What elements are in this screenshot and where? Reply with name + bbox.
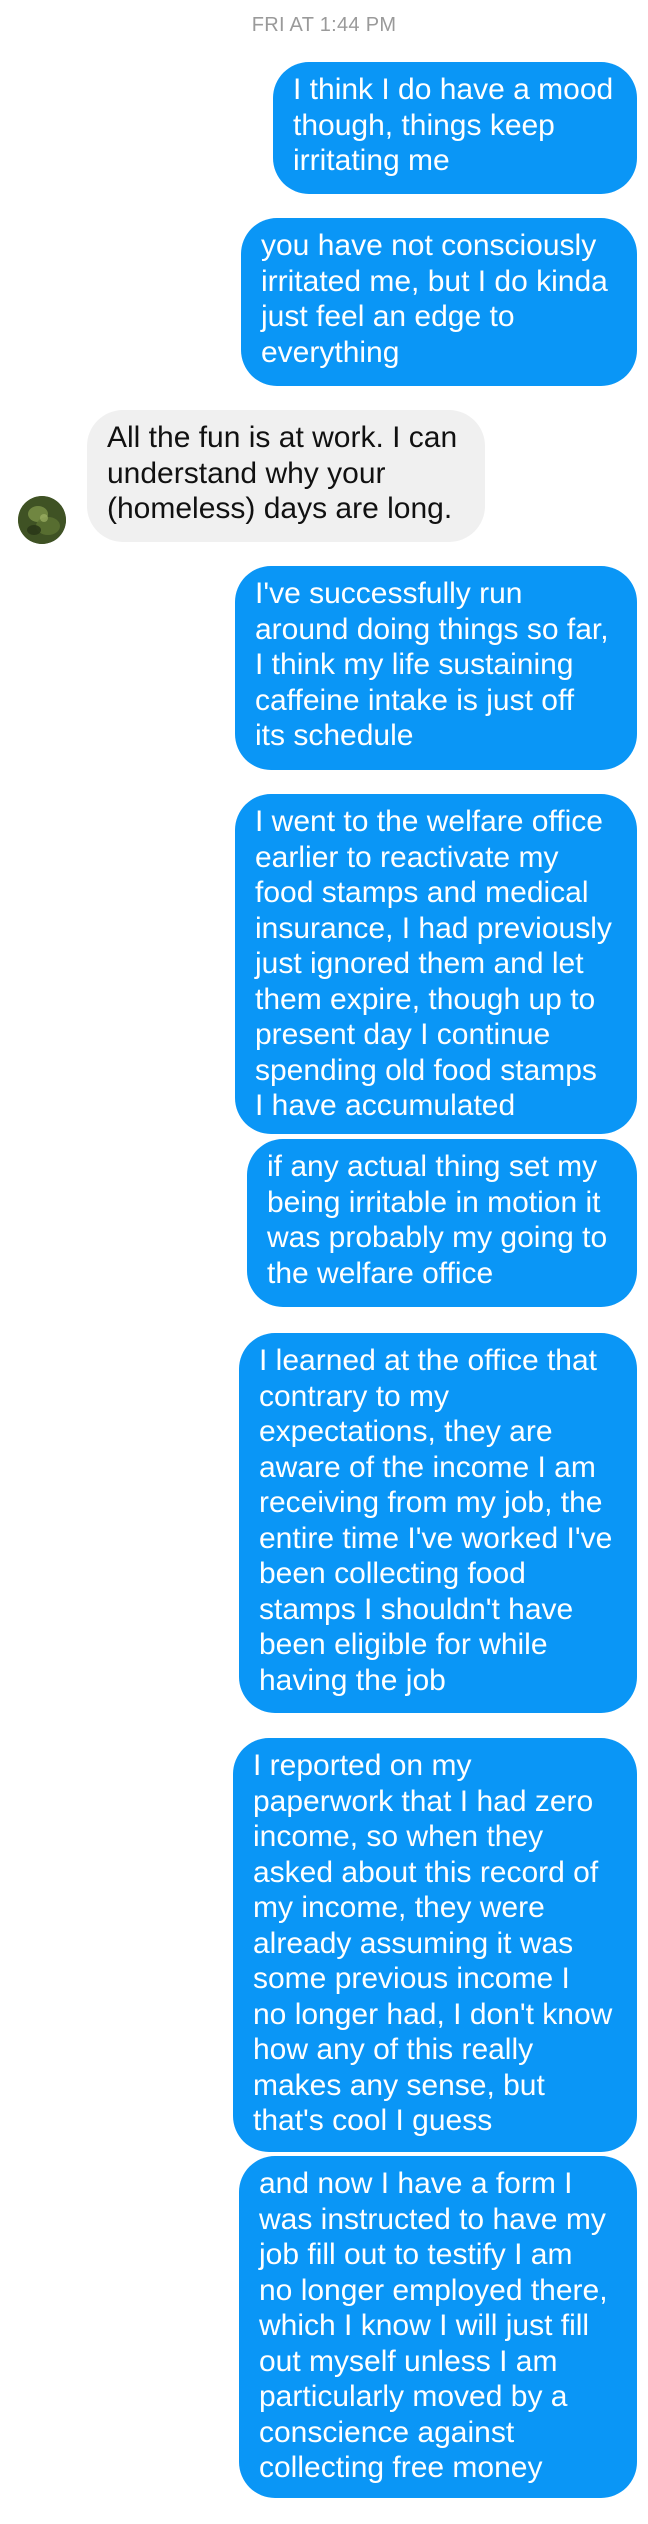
message-bubble-sent[interactable]: and now I have a form I was instructed t… bbox=[239, 2156, 637, 2498]
message-bubble-sent[interactable]: I think I do have a mood though, things … bbox=[273, 62, 637, 194]
message-bubble-sent[interactable]: I reported on my paperwork that I had ze… bbox=[233, 1738, 637, 2152]
avatar-icon bbox=[18, 496, 66, 544]
message-bubble-sent[interactable]: I went to the welfare office earlier to … bbox=[235, 794, 637, 1134]
message-bubble-sent[interactable]: if any actual thing set my being irritab… bbox=[247, 1139, 637, 1307]
message-bubble-sent[interactable]: I've successfully run around doing thing… bbox=[235, 566, 637, 770]
message-bubble-sent[interactable]: I learned at the office that contrary to… bbox=[239, 1333, 637, 1713]
contact-avatar[interactable] bbox=[18, 496, 66, 544]
timestamp: FRI AT 1:44 PM bbox=[251, 14, 397, 36]
message-bubble-sent[interactable]: you have not consciously irritated me, b… bbox=[241, 218, 637, 386]
message-bubble-received[interactable]: All the fun is at work. I can understand… bbox=[87, 410, 485, 542]
